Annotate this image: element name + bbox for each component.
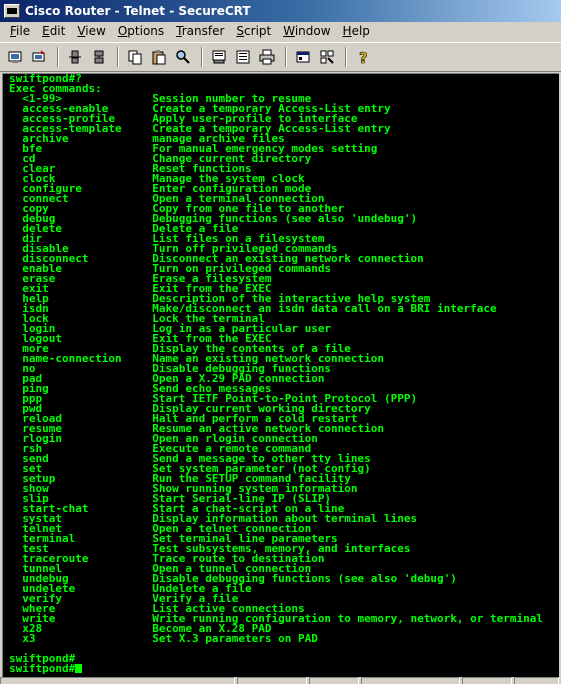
command-name: x28	[22, 622, 43, 635]
command-row: undebug Disable debugging functions (see …	[9, 573, 543, 584]
find-icon[interactable]	[172, 46, 194, 68]
menu-help[interactable]: Help	[337, 22, 376, 41]
prompt-text: swiftpond#	[9, 662, 76, 675]
menu-view[interactable]: View	[71, 22, 111, 41]
menu-transfer[interactable]: Transfer	[170, 22, 230, 41]
command-name: bfe	[22, 142, 43, 155]
status-size	[360, 677, 461, 684]
status-bar	[0, 677, 561, 684]
status-position	[308, 677, 359, 684]
menu-bar: File Edit View Options Transfer Script Window H…	[0, 22, 561, 41]
status-message	[0, 677, 236, 684]
command-row: cd Change current directory	[9, 153, 543, 164]
status-keys	[514, 677, 559, 684]
help-icon[interactable]: ?	[352, 46, 374, 68]
command-row: pad Open a X.29 PAD connection	[9, 373, 543, 384]
svg-text:?: ?	[359, 49, 368, 65]
terminal-app-icon[interactable]	[4, 4, 20, 18]
command-name: x3	[22, 632, 36, 645]
quick-connect-icon[interactable]	[28, 46, 50, 68]
toolbar-separator	[345, 47, 347, 67]
toolbar: ?	[0, 42, 561, 72]
command-row: write Write running configuration to memo…	[9, 613, 543, 624]
prompt-line: swiftpond#	[9, 662, 543, 675]
menu-script[interactable]: Script	[230, 22, 277, 41]
command-row: isdn Make/disconnect an isdn data call on…	[9, 303, 543, 314]
command-row: debug Debugging functions (see also 'unde…	[9, 213, 543, 224]
command-row: enable Turn on privileged commands	[9, 263, 543, 274]
menu-options[interactable]: Options	[112, 22, 170, 41]
log-session-icon[interactable]	[232, 46, 254, 68]
terminal-output: swiftpond#? Exec commands: <1-99> Session …	[9, 74, 543, 674]
command-row: x3 Set X.3 parameters on PAD	[9, 632, 543, 645]
status-protocol	[237, 677, 307, 684]
prompt-line: swiftpond#	[9, 653, 543, 664]
command-description: Set X.3 parameters on PAD	[152, 632, 318, 645]
copy-icon[interactable]	[124, 46, 146, 68]
session-options-icon[interactable]	[292, 46, 314, 68]
disconnect-icon[interactable]	[64, 46, 86, 68]
print-icon[interactable]	[256, 46, 278, 68]
menu-edit[interactable]: Edit	[36, 22, 71, 41]
command-row: erase Erase a filesystem	[9, 273, 543, 284]
command-name: name-connection	[22, 352, 122, 365]
title-bar[interactable]: Cisco Router - Telnet - SecureCRT	[0, 0, 561, 22]
command-row: undelete Undelete a file	[9, 583, 543, 594]
menu-file[interactable]: File	[4, 22, 36, 41]
connect-icon[interactable]	[4, 46, 26, 68]
command-row: login Log in as a particular user	[9, 323, 543, 334]
window-title: Cisco Router - Telnet - SecureCRT	[25, 4, 251, 18]
toolbar-separator	[201, 47, 203, 67]
terminal-screen[interactable]: swiftpond#? Exec commands: <1-99> Session …	[2, 73, 559, 677]
toolbar-separator	[117, 47, 119, 67]
reconnect-icon[interactable]	[88, 46, 110, 68]
global-options-icon[interactable]	[316, 46, 338, 68]
paste-icon[interactable]	[148, 46, 170, 68]
toolbar-separator	[285, 47, 287, 67]
text-cursor	[75, 664, 83, 673]
toolbar-separator	[57, 47, 59, 67]
print-setup-icon[interactable]	[208, 46, 230, 68]
status-terminal	[462, 677, 513, 684]
menu-window[interactable]: Window	[277, 22, 336, 41]
